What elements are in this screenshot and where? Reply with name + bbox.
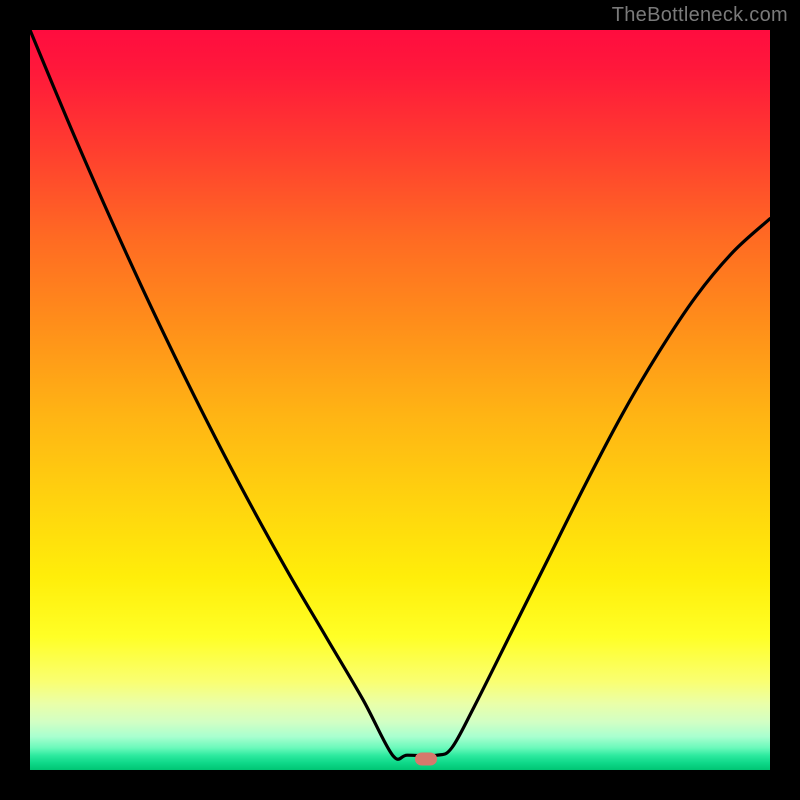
optimal-marker [415,752,437,765]
watermark-text: TheBottleneck.com [612,4,788,27]
plot-area [30,30,770,770]
chart-frame: TheBottleneck.com [0,0,800,800]
bottleneck-curve [30,30,770,770]
